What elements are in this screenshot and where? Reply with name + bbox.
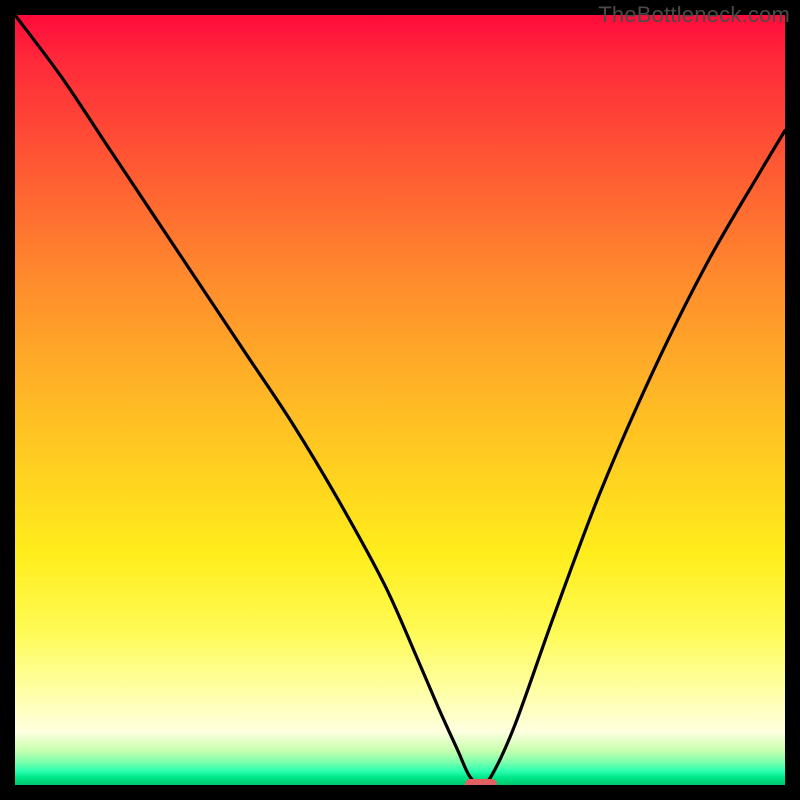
bottleneck-curve [15, 15, 785, 785]
curve-layer [15, 15, 785, 785]
chart-frame: TheBottleneck.com [0, 0, 800, 800]
watermark-text: TheBottleneck.com [598, 2, 790, 28]
minimum-marker [465, 779, 497, 785]
plot-area [15, 15, 785, 785]
